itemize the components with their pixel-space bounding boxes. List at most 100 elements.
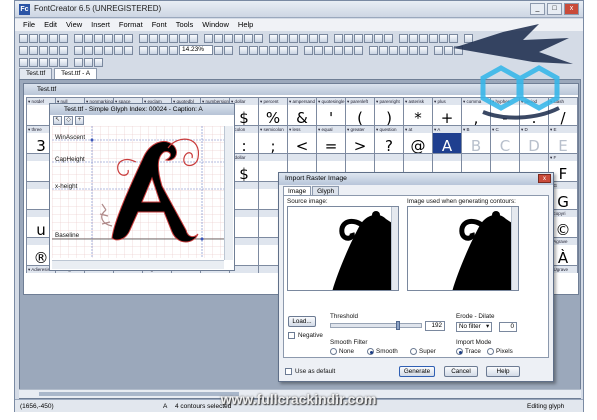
toolbar-tool-icon[interactable] — [159, 45, 168, 55]
main-horizontal-scrollbar[interactable] — [19, 389, 581, 398]
toolbar-tool-icon[interactable] — [19, 57, 28, 67]
zoom-tool-icon[interactable]: + — [75, 116, 84, 125]
help-button[interactable]: Help — [486, 366, 520, 377]
toolbar-tool-icon[interactable] — [399, 45, 408, 55]
toolbar-tool-icon[interactable] — [29, 45, 38, 55]
tab-glyph[interactable]: Test.ttf - A — [54, 68, 98, 79]
toolbar-tool-icon[interactable] — [214, 33, 223, 43]
toolbar-tool-icon[interactable] — [409, 45, 418, 55]
menu-format[interactable]: Format — [119, 19, 143, 31]
toolbar-tool-icon[interactable] — [364, 33, 373, 43]
menu-insert[interactable]: Insert — [91, 19, 110, 31]
toolbar-tool-icon[interactable] — [239, 45, 248, 55]
glyph-horizontal-scrollbar[interactable] — [52, 260, 224, 269]
toolbar-tool-icon[interactable] — [419, 33, 428, 43]
toolbar-tool-icon[interactable] — [279, 45, 288, 55]
menu-tools[interactable]: Tools — [176, 19, 194, 31]
toolbar-tool-icon[interactable] — [214, 45, 223, 55]
toolbar-tool-icon[interactable] — [354, 33, 363, 43]
toolbar-tool-icon[interactable] — [324, 45, 333, 55]
toolbar-tool-icon[interactable] — [94, 33, 103, 43]
toolbar-tool-icon[interactable] — [124, 45, 133, 55]
toolbar-tool-icon[interactable] — [279, 33, 288, 43]
toolbar-tool-icon[interactable] — [74, 33, 83, 43]
toolbar-tool-icon[interactable] — [384, 33, 393, 43]
toolbar-tool-icon[interactable] — [224, 33, 233, 43]
toolbar-tool-icon[interactable] — [249, 45, 258, 55]
toolbar-tool-icon[interactable] — [104, 33, 113, 43]
toolbar-tool-icon[interactable] — [354, 45, 363, 55]
toolbar-tool-icon[interactable] — [289, 33, 298, 43]
toolbar-tool-icon[interactable] — [29, 57, 38, 67]
toolbar-tool-icon[interactable] — [94, 57, 103, 67]
toolbar-tool-icon[interactable] — [124, 33, 133, 43]
toolbar-tool-icon[interactable] — [314, 45, 323, 55]
negative-checkbox[interactable] — [288, 332, 295, 339]
threshold-value[interactable]: 192 — [425, 321, 445, 331]
toolbar-tool-icon[interactable] — [419, 45, 428, 55]
toolbar-tool-icon[interactable] — [344, 33, 353, 43]
toolbar-tool-icon[interactable] — [29, 33, 38, 43]
glyph-canvas[interactable]: WinAscent CapHeight x-height Baseline — [52, 126, 224, 258]
toolbar-tool-icon[interactable] — [149, 45, 158, 55]
toolbar-tool-icon[interactable] — [139, 45, 148, 55]
tab-font[interactable]: Test.ttf — [19, 68, 53, 79]
toolbar-tool-icon[interactable] — [259, 45, 268, 55]
toolbar-tool-icon[interactable] — [224, 45, 233, 55]
toolbar-tool-icon[interactable] — [59, 57, 68, 67]
toolbar-tool-icon[interactable] — [269, 33, 278, 43]
toolbar-tool-icon[interactable] — [334, 33, 343, 43]
toolbar-tool-icon[interactable] — [204, 33, 213, 43]
toolbar-tool-icon[interactable] — [39, 57, 48, 67]
toolbar-tool-icon[interactable] — [49, 33, 58, 43]
toolbar-tool-icon[interactable] — [39, 45, 48, 55]
toolbar-tool-icon[interactable] — [104, 45, 113, 55]
toolbar-tool-icon[interactable] — [289, 45, 298, 55]
menu-help[interactable]: Help — [238, 19, 253, 31]
toolbar-tool-icon[interactable] — [84, 33, 93, 43]
smooth-smooth-radio[interactable] — [367, 348, 374, 355]
tab-image[interactable]: Image — [283, 186, 312, 195]
toolbar-tool-icon[interactable] — [49, 57, 58, 67]
tab-glyph-options[interactable]: Glyph — [312, 186, 340, 195]
toolbar-tool-icon[interactable] — [234, 33, 243, 43]
close-button[interactable]: x — [564, 3, 579, 15]
minimize-button[interactable]: _ — [530, 3, 545, 15]
toolbar-tool-icon[interactable] — [244, 33, 253, 43]
toolbar-tool-icon[interactable] — [94, 45, 103, 55]
menu-view[interactable]: View — [66, 19, 82, 31]
use-default-checkbox[interactable] — [285, 368, 292, 375]
toolbar-tool-icon[interactable] — [309, 33, 318, 43]
pointer-tool-icon[interactable]: ↖ — [53, 116, 62, 125]
toolbar-tool-icon[interactable] — [84, 45, 93, 55]
toolbar-tool-icon[interactable] — [269, 45, 278, 55]
toolbar-tool-icon[interactable] — [399, 33, 408, 43]
menu-font[interactable]: Font — [152, 19, 167, 31]
smooth-none-radio[interactable] — [330, 348, 337, 355]
smooth-super-radio[interactable] — [410, 348, 417, 355]
toolbar-tool-icon[interactable] — [139, 33, 148, 43]
toolbar-tool-icon[interactable] — [374, 33, 383, 43]
toolbar-tool-icon[interactable] — [344, 45, 353, 55]
toolbar-tool-icon[interactable] — [49, 45, 58, 55]
import-pixels-radio[interactable] — [487, 348, 494, 355]
import-trace-radio[interactable] — [456, 348, 463, 355]
erode-value[interactable]: 0 — [499, 322, 517, 332]
contour-tool-icon[interactable]: ◇ — [64, 116, 73, 125]
toolbar-tool-icon[interactable] — [59, 33, 68, 43]
toolbar-tool-icon[interactable] — [19, 45, 28, 55]
toolbar-tool-icon[interactable] — [434, 45, 443, 55]
toolbar-tool-icon[interactable] — [189, 33, 198, 43]
toolbar-tool-icon[interactable] — [254, 33, 263, 43]
toolbar-tool-icon[interactable] — [299, 33, 308, 43]
toolbar-tool-icon[interactable] — [39, 33, 48, 43]
toolbar-tool-icon[interactable] — [114, 45, 123, 55]
zoom-select[interactable]: 14.23% — [179, 45, 213, 55]
toolbar-tool-icon[interactable] — [304, 45, 313, 55]
toolbar-tool-icon[interactable] — [114, 33, 123, 43]
menu-edit[interactable]: Edit — [44, 19, 57, 31]
dialog-close-button[interactable]: x — [538, 174, 551, 183]
toolbar-tool-icon[interactable] — [169, 45, 178, 55]
load-button[interactable]: Load... — [288, 316, 316, 327]
threshold-slider[interactable] — [330, 321, 422, 330]
